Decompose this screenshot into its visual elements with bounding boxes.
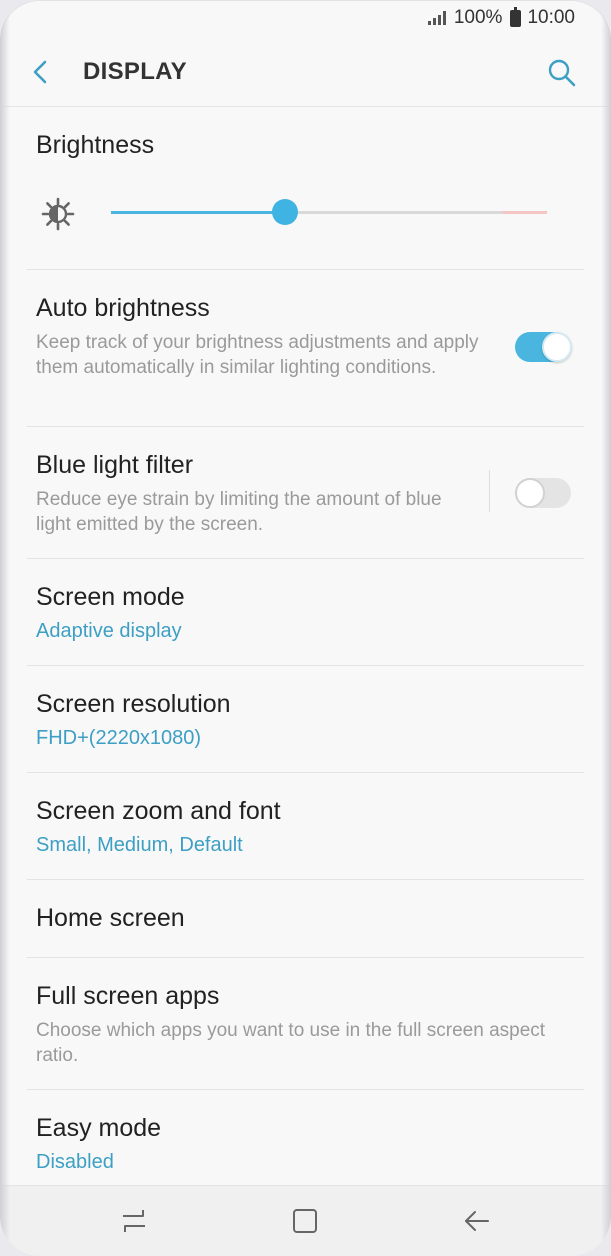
brightness-title: Brightness: [36, 131, 155, 159]
blue-light-filter-title: Blue light filter: [36, 451, 194, 479]
screen-mode-title: Screen mode: [36, 583, 185, 611]
auto-brightness-description: Keep track of your brightness adjustment…: [36, 332, 479, 378]
screen-zoom-font-row[interactable]: Screen zoom and font Small, Medium, Defa…: [27, 773, 584, 880]
screen-mode-row[interactable]: Screen mode Adaptive display: [27, 559, 584, 666]
full-screen-apps-title: Full screen apps: [36, 982, 220, 1010]
home-screen-row[interactable]: Home screen: [27, 880, 584, 958]
screen-zoom-font-value: Small, Medium, Default: [36, 834, 243, 856]
brightness-sun-icon: [41, 197, 75, 231]
search-button[interactable]: [545, 56, 579, 90]
search-icon: [548, 59, 576, 87]
blue-light-filter-description: Reduce eye strain by limiting the amount…: [36, 489, 442, 535]
easy-mode-value: Disabled: [36, 1151, 114, 1173]
slider-high-zone: [503, 211, 547, 214]
full-screen-apps-description: Choose which apps you want to use in the…: [36, 1020, 546, 1066]
screen-resolution-title: Screen resolution: [36, 690, 231, 718]
screen-resolution-value: FHD+(2220x1080): [36, 727, 202, 749]
battery-icon: [510, 6, 522, 27]
signal-icon: [427, 11, 446, 25]
status-bar: 100% 10:00: [0, 0, 611, 36]
blue-light-filter-row[interactable]: Blue light filter Reduce eye strain by l…: [27, 427, 584, 559]
auto-brightness-title: Auto brightness: [36, 294, 210, 322]
auto-brightness-row[interactable]: Auto brightness Keep track of your brigh…: [27, 270, 584, 427]
divider: [489, 470, 490, 512]
clock: 10:00: [527, 7, 575, 28]
brightness-section: Brightness: [27, 107, 584, 270]
phone-screen: 100% 10:00 DISPLAY Brightness Auto brigh…: [0, 0, 611, 1256]
recent-apps-button[interactable]: [119, 1206, 149, 1236]
recent-apps-icon: [123, 1210, 145, 1232]
navigation-bar: [0, 1185, 611, 1256]
home-button[interactable]: [290, 1206, 320, 1236]
nav-back-button[interactable]: [462, 1206, 492, 1236]
battery-percent: 100%: [453, 7, 503, 28]
settings-list: Brightness Auto brightness Keep track of…: [0, 107, 611, 1196]
app-bar: DISPLAY: [0, 38, 611, 107]
screen-resolution-row[interactable]: Screen resolution FHD+(2220x1080): [27, 666, 584, 773]
full-screen-apps-row[interactable]: Full screen apps Choose which apps you w…: [27, 958, 584, 1090]
screen-mode-value: Adaptive display: [36, 620, 182, 642]
back-button[interactable]: [26, 56, 58, 88]
back-arrow-icon: [33, 60, 47, 84]
auto-brightness-toggle[interactable]: [515, 332, 572, 362]
page-title: DISPLAY: [83, 58, 187, 85]
home-screen-title: Home screen: [36, 904, 185, 932]
screen-zoom-font-title: Screen zoom and font: [36, 797, 281, 825]
home-icon: [293, 1209, 317, 1233]
easy-mode-title: Easy mode: [36, 1114, 162, 1142]
toggle-knob: [542, 332, 572, 362]
back-icon: [465, 1211, 489, 1231]
blue-light-filter-toggle[interactable]: [515, 478, 571, 508]
slider-thumb[interactable]: [272, 199, 299, 225]
toggle-knob: [515, 478, 545, 508]
brightness-slider[interactable]: [111, 199, 547, 225]
slider-fill: [111, 211, 286, 214]
easy-mode-row[interactable]: Easy mode Disabled: [27, 1090, 584, 1196]
